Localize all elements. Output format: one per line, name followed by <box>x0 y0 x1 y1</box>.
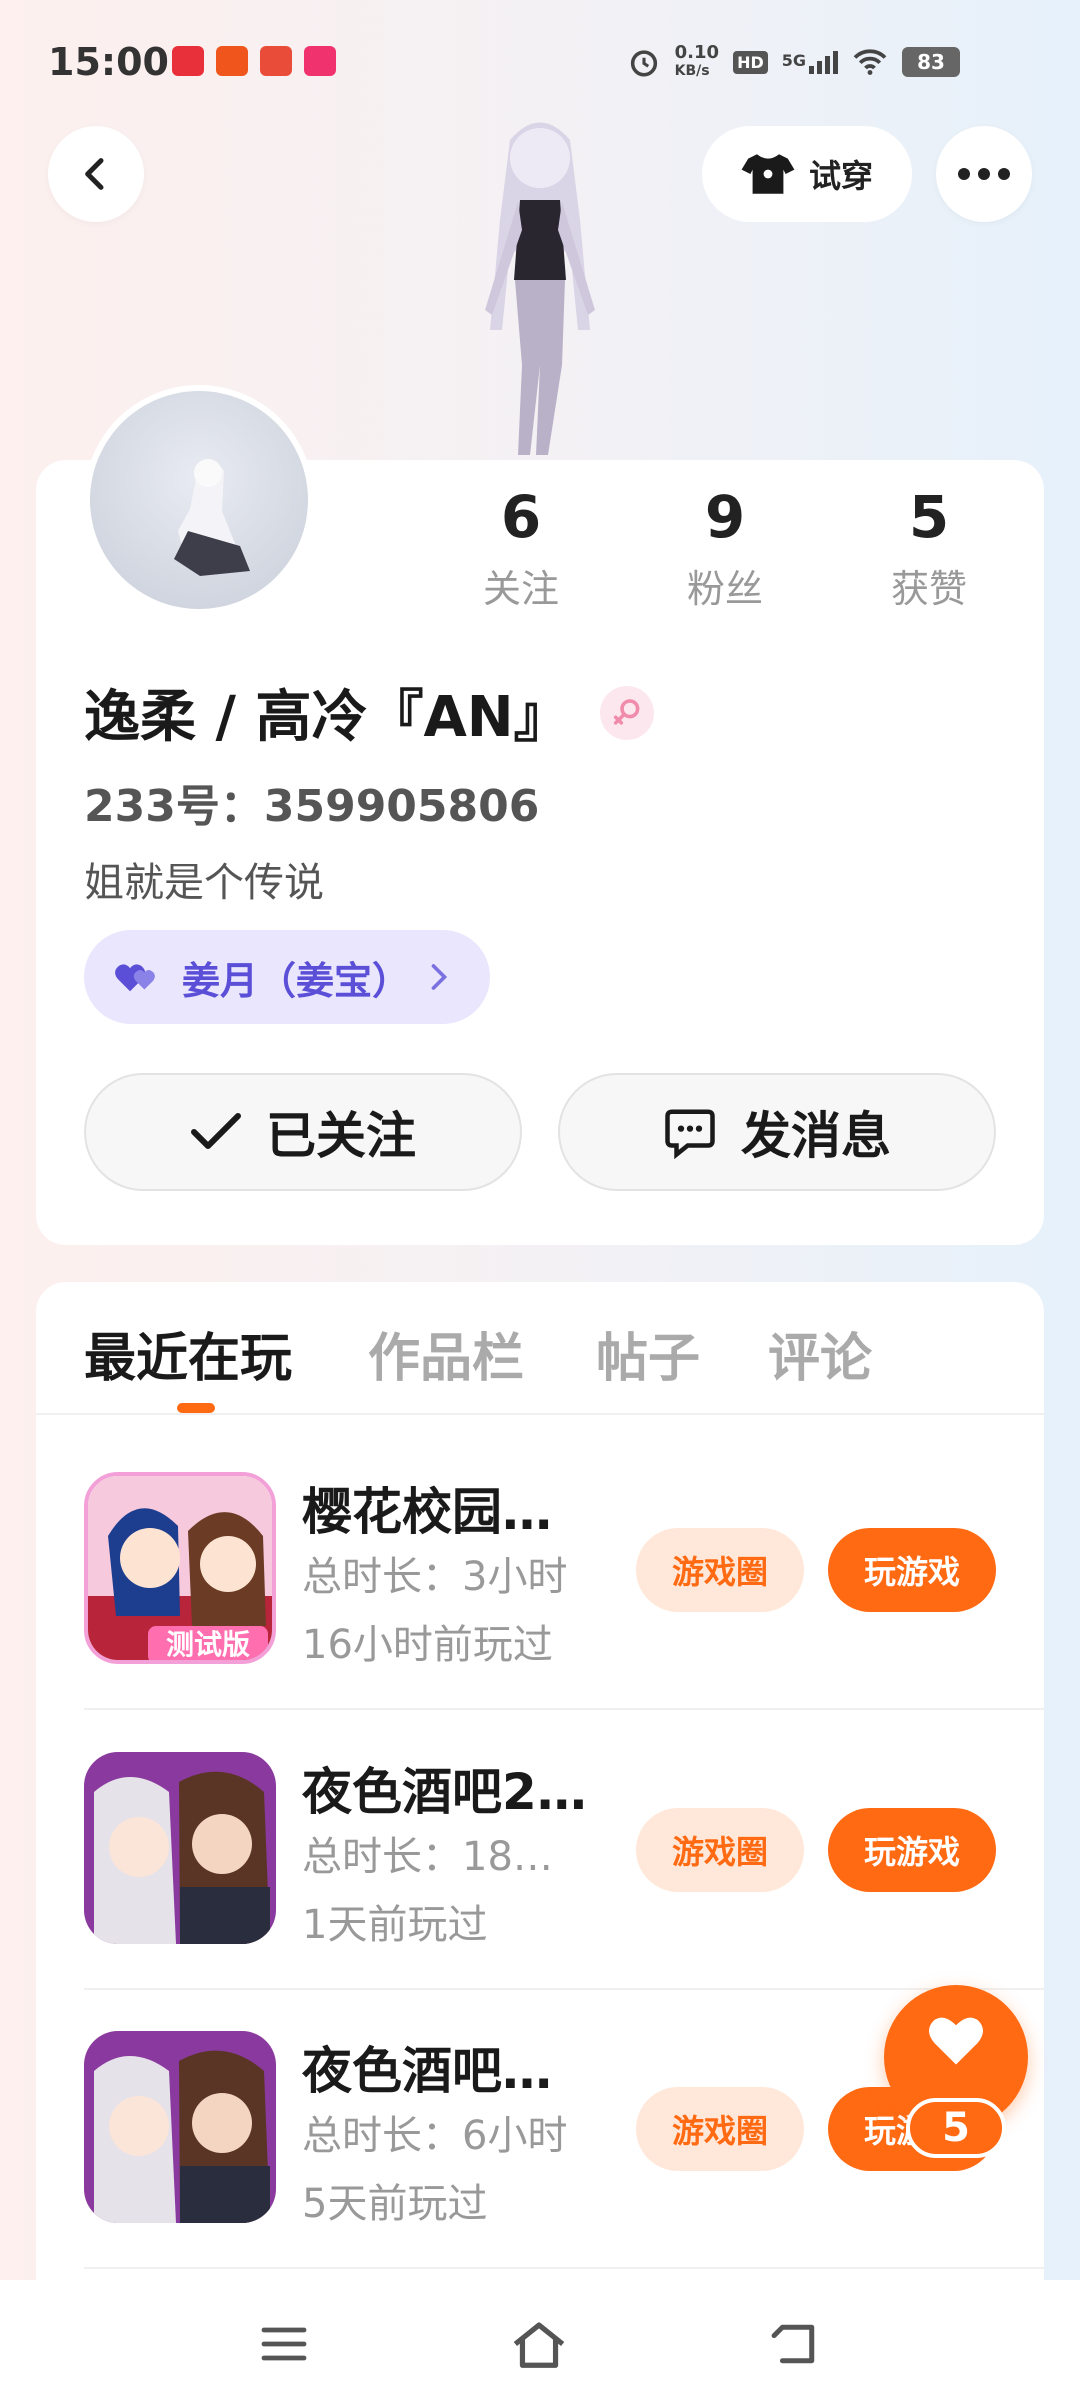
more-dots-icon <box>958 168 1010 180</box>
stat-fans-label: 粉丝 <box>686 567 763 611</box>
game-title: 夜色酒吧2… <box>302 1763 587 1821</box>
network-speed: 0.10 KB/s <box>674 42 720 80</box>
tab-recent-play[interactable]: 最近在玩 <box>84 1316 292 1391</box>
message-label: 发消息 <box>741 1107 891 1165</box>
chat-icon <box>665 1109 715 1159</box>
tshirt-icon <box>741 154 795 194</box>
game-title: 樱花校园… <box>302 1483 552 1541</box>
game-icon <box>84 2031 276 2223</box>
row-divider <box>84 2267 1044 2269</box>
game-circle-button[interactable]: 游戏圈 <box>636 2087 804 2171</box>
game-icon <box>84 1752 276 1944</box>
cp-label: 姜月（姜宝） <box>182 958 411 1003</box>
menu-icon[interactable] <box>259 2324 309 2364</box>
notification-app-icon <box>260 46 292 76</box>
stat-fans-count: 9 <box>704 483 746 551</box>
avatar-figure[interactable] <box>430 110 650 460</box>
tab-comments[interactable]: 评论 <box>768 1316 872 1391</box>
heart-icon <box>929 2017 983 2065</box>
user-id: 233号：359905806 <box>84 781 540 832</box>
game-title: 夜色酒吧… <box>302 2042 552 2100</box>
wifi-icon <box>853 49 887 75</box>
bio: 姐就是个传说 <box>84 860 324 906</box>
following-button[interactable]: 已关注 <box>84 1073 522 1191</box>
game-row[interactable]: 测试版 樱花校园… 总时长：3小时 16小时前玩过 游戏圈 玩游戏 <box>84 1472 1044 1752</box>
home-icon[interactable] <box>509 2318 569 2370</box>
game-last-played: 1天前玩过 <box>302 1902 488 1948</box>
cp-relation-chip[interactable]: 姜月（姜宝） <box>84 930 491 1024</box>
game-icon: 测试版 <box>84 1472 276 1664</box>
more-button[interactable] <box>936 126 1032 222</box>
tab-posts[interactable]: 帖子 <box>596 1316 700 1391</box>
back-button[interactable] <box>48 126 144 222</box>
following-label: 已关注 <box>266 1107 416 1165</box>
chevron-right-icon <box>431 964 448 990</box>
stat-following-label: 关注 <box>482 567 559 611</box>
chevron-left-icon <box>85 158 104 190</box>
notification-app-icon <box>216 46 248 76</box>
game-duration: 总时长：18… <box>302 1834 553 1880</box>
game-circle-button[interactable]: 游戏圈 <box>636 1808 804 1892</box>
check-icon <box>191 1113 241 1149</box>
stat-likes-count: 5 <box>908 483 950 551</box>
game-duration: 总时长：6小时 <box>302 2113 568 2159</box>
avatar[interactable] <box>84 385 314 615</box>
battery-icon: 83 <box>902 47 960 77</box>
stat-likes-label: 获赞 <box>890 567 967 611</box>
status-indicators: 0.10 KB/s HD 5G 83 <box>627 44 960 80</box>
stat-following[interactable]: 6 关注 <box>446 482 596 613</box>
row-divider <box>84 1988 1044 1990</box>
status-time: 15:00 <box>48 40 169 84</box>
play-game-button[interactable]: 玩游戏 <box>828 1528 996 1612</box>
like-count-badge: 5 <box>906 2098 1006 2158</box>
double-heart-icon <box>115 964 155 992</box>
signal-icon: 5G <box>782 50 838 74</box>
notification-app-icon <box>304 46 336 76</box>
stat-following-count: 6 <box>500 483 542 551</box>
tab-indicator <box>177 1403 215 1413</box>
alarm-icon <box>630 50 657 77</box>
back-nav-icon[interactable] <box>769 2321 821 2367</box>
game-last-played: 16小时前玩过 <box>302 1622 553 1668</box>
tryon-button[interactable]: 试穿 <box>702 126 912 222</box>
stat-fans[interactable]: 9 粉丝 <box>650 482 800 613</box>
message-button[interactable]: 发消息 <box>558 1073 996 1191</box>
notification-app-icon <box>172 46 204 76</box>
tab-divider <box>36 1413 1044 1415</box>
game-duration: 总时长：3小时 <box>302 1554 568 1600</box>
profile-name-row: 逸柔 / 高冷『AN』 <box>84 672 654 753</box>
row-divider <box>84 1708 1044 1710</box>
game-circle-button[interactable]: 游戏圈 <box>636 1528 804 1612</box>
tryon-label: 试穿 <box>808 157 873 195</box>
system-nav-bar <box>0 2280 1080 2408</box>
tab-works[interactable]: 作品栏 <box>368 1316 524 1391</box>
stat-likes[interactable]: 5 获赞 <box>854 482 1004 613</box>
profile-name: 逸柔 / 高冷『AN』 <box>84 685 570 750</box>
play-game-button[interactable]: 玩游戏 <box>828 1808 996 1892</box>
hd-badge: HD <box>733 50 768 74</box>
svg-text:测试版: 测试版 <box>166 1628 250 1661</box>
female-gender-icon <box>599 685 654 740</box>
game-row[interactable]: 夜色酒吧2… 总时长：18… 1天前玩过 游戏圈 玩游戏 <box>84 1752 1044 2032</box>
game-last-played: 5天前玩过 <box>302 2181 488 2227</box>
